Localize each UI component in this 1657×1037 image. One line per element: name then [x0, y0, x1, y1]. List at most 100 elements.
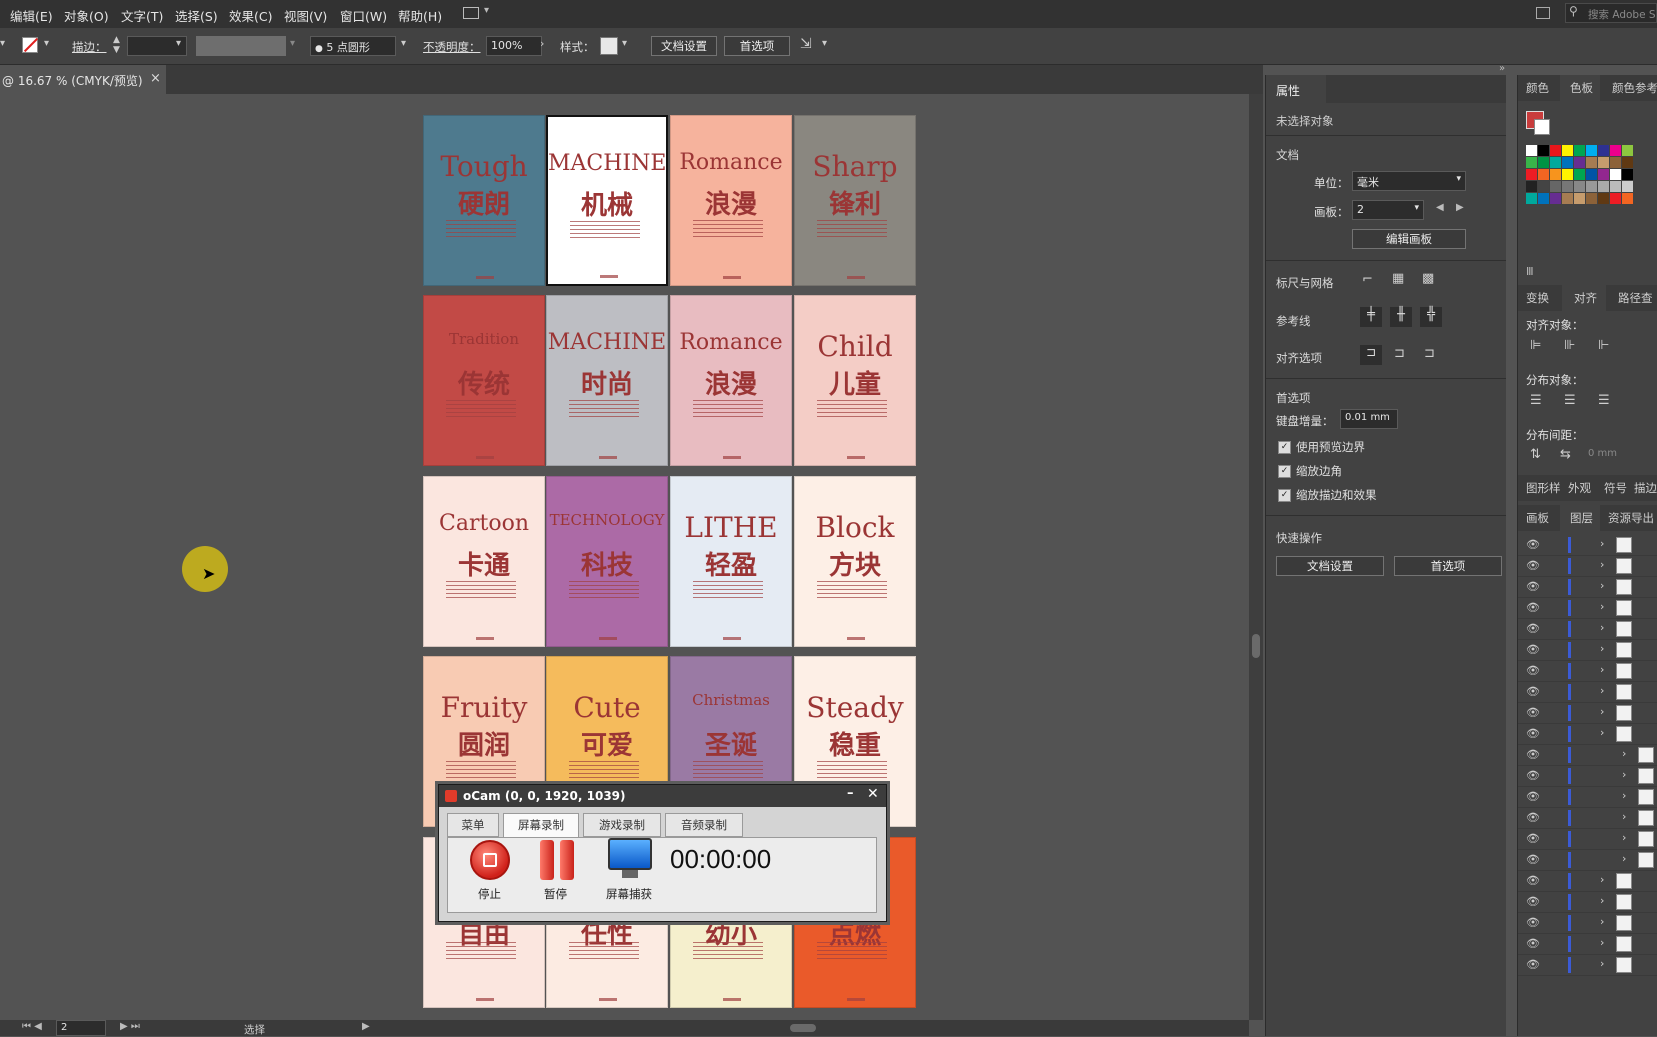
stop-record-icon[interactable] — [470, 840, 510, 880]
visibility-eye-icon[interactable]: 👁 — [1526, 958, 1540, 971]
artboard-nav-next-last[interactable]: ▶ ⏭ — [120, 1021, 140, 1032]
layer-row[interactable]: 👁 › — [1518, 913, 1657, 934]
layer-row[interactable]: 👁 › — [1518, 892, 1657, 913]
scrollbar-thumb[interactable] — [1252, 634, 1260, 658]
chevron-down-icon[interactable]: ▾ — [622, 38, 627, 49]
visibility-eye-icon[interactable]: 👁 — [1526, 937, 1540, 950]
expand-arrow-icon[interactable]: › — [1622, 831, 1626, 844]
expand-arrow-icon[interactable]: › — [1600, 537, 1604, 550]
artboard-prev-icon[interactable]: ◀ — [1436, 202, 1444, 213]
artboard[interactable]: Sharp 锋利 — [794, 115, 916, 286]
artboard[interactable]: Block 方块 — [794, 476, 916, 647]
color-swatch[interactable] — [1586, 193, 1597, 204]
ocam-tab-game-record[interactable]: 游戏录制 — [583, 813, 661, 837]
artboard-nav-first-prev[interactable]: ⏮ ◀ — [22, 1021, 42, 1032]
chevron-down-icon[interactable]: ▾ — [484, 5, 489, 16]
visibility-eye-icon[interactable]: 👁 — [1526, 790, 1540, 803]
visibility-eye-icon[interactable]: 👁 — [1526, 580, 1540, 593]
tab-color[interactable]: 颜色 — [1526, 80, 1549, 96]
artboard[interactable]: LITHE 轻盈 — [670, 476, 792, 647]
expand-arrow-icon[interactable]: › — [1622, 810, 1626, 823]
spacing-horizontal-icon[interactable]: ⇆ — [1560, 447, 1571, 462]
color-swatch[interactable] — [1574, 145, 1585, 156]
ocam-tab-menu[interactable]: 菜单 — [447, 813, 499, 837]
tab-artboards[interactable]: 画板 — [1526, 510, 1549, 526]
menu-select[interactable]: 选择(S) — [175, 6, 218, 25]
guides-show-icon[interactable]: ╪ — [1360, 307, 1382, 327]
color-swatch[interactable] — [1550, 157, 1561, 168]
visibility-eye-icon[interactable]: 👁 — [1526, 832, 1540, 845]
align-center-icon[interactable]: ⊪ — [1564, 338, 1575, 353]
layer-row[interactable]: 👁 › — [1518, 661, 1657, 682]
distribute-bottom-icon[interactable]: ☰ — [1598, 393, 1610, 408]
color-swatch[interactable] — [1538, 157, 1549, 168]
visibility-eye-icon[interactable]: 👁 — [1526, 874, 1540, 887]
color-swatch[interactable] — [1526, 145, 1537, 156]
preferences-button[interactable]: 首选项 — [724, 36, 790, 56]
guides-lock-icon[interactable]: ╫ — [1390, 307, 1412, 327]
artboard[interactable]: Tradition 传统 — [423, 295, 545, 466]
close-icon[interactable]: ✕ — [867, 786, 879, 802]
ocam-tab-audio-record[interactable]: 音频录制 — [665, 813, 743, 837]
vertical-scrollbar[interactable] — [1249, 94, 1263, 1020]
distribute-top-icon[interactable]: ☰ — [1530, 393, 1542, 408]
color-swatch[interactable] — [1574, 157, 1585, 168]
visibility-eye-icon[interactable]: 👁 — [1526, 664, 1540, 677]
qa-preferences-button[interactable]: 首选项 — [1394, 556, 1502, 576]
expand-arrow-icon[interactable]: › — [1600, 915, 1604, 928]
expand-arrow-icon[interactable]: › — [1600, 642, 1604, 655]
expand-arrow-icon[interactable]: › — [1600, 894, 1604, 907]
tab-swatches[interactable]: 色板 — [1570, 80, 1593, 96]
tab-graphic-styles[interactable]: 图形样 — [1526, 480, 1561, 496]
chevron-down-icon[interactable]: ▾ — [822, 38, 827, 49]
color-swatch[interactable] — [1622, 145, 1633, 156]
tab-align[interactable]: 对齐 — [1574, 290, 1597, 306]
search-box[interactable]: ⚲ 搜索 Adobe S — [1565, 3, 1657, 23]
pause-icon[interactable] — [540, 840, 554, 880]
color-swatch[interactable] — [1526, 181, 1537, 192]
color-swatch[interactable] — [1526, 193, 1537, 204]
edit-artboards-button[interactable]: 编辑画板 — [1352, 229, 1466, 249]
expand-arrow-icon[interactable]: › — [1600, 600, 1604, 613]
tab-asset-export[interactable]: 资源导出 — [1608, 510, 1654, 526]
layer-row[interactable]: 👁 › — [1518, 619, 1657, 640]
layer-row[interactable]: 👁 › — [1518, 850, 1657, 871]
color-swatch[interactable] — [1526, 157, 1537, 168]
artboard[interactable]: MACHINE 时尚 — [546, 295, 668, 466]
visibility-eye-icon[interactable]: 👁 — [1526, 538, 1540, 551]
color-swatch[interactable] — [1598, 193, 1609, 204]
chevron-down-icon[interactable]: ▾ — [44, 38, 49, 49]
expand-arrow-icon[interactable]: › — [1622, 789, 1626, 802]
opacity-label[interactable]: 不透明度： — [423, 39, 481, 55]
layer-row[interactable]: 👁 › — [1518, 577, 1657, 598]
qa-doc-setup-button[interactable]: 文档设置 — [1276, 556, 1384, 576]
color-swatch[interactable] — [1610, 145, 1621, 156]
artboard[interactable]: MACHINE 机械 — [546, 115, 668, 286]
color-swatch[interactable] — [1598, 169, 1609, 180]
menu-effect[interactable]: 效果(C) — [229, 6, 272, 25]
checkbox-scale-strokes[interactable]: ✓ — [1278, 489, 1291, 502]
expand-arrow-icon[interactable]: › — [1600, 936, 1604, 949]
workspace-switcher-icon[interactable] — [463, 7, 479, 19]
opacity-field[interactable]: 100% — [486, 36, 542, 56]
color-swatch[interactable] — [1574, 169, 1585, 180]
visibility-eye-icon[interactable]: 👁 — [1526, 685, 1540, 698]
expand-arrow-icon[interactable]: › — [1600, 726, 1604, 739]
close-tab-icon[interactable]: × — [150, 71, 161, 86]
layer-row[interactable]: 👁 › — [1518, 934, 1657, 955]
align-left-icon[interactable]: ⊫ — [1530, 338, 1541, 353]
visibility-eye-icon[interactable]: 👁 — [1526, 853, 1540, 866]
unit-select[interactable]: 毫米 ▾ — [1352, 171, 1466, 191]
snap-pixel-icon[interactable]: ⊐ — [1394, 346, 1405, 361]
artboard[interactable]: TECHNOLOGY 科技 — [546, 476, 668, 647]
layer-row[interactable]: 👁 › — [1518, 703, 1657, 724]
menu-window[interactable]: 窗口(W) — [340, 6, 387, 25]
chevron-down-icon[interactable]: ▾ — [176, 38, 181, 49]
color-swatch[interactable] — [1610, 193, 1621, 204]
tab-transform[interactable]: 变换 — [1526, 290, 1549, 306]
artboard[interactable]: Romance 浪漫 — [670, 115, 792, 286]
doc-setup-button[interactable]: 文档设置 — [651, 36, 717, 56]
expand-arrow-icon[interactable]: › — [1600, 621, 1604, 634]
arrange-documents-icon[interactable]: ⇲ — [800, 36, 812, 52]
visibility-eye-icon[interactable]: 👁 — [1526, 643, 1540, 656]
